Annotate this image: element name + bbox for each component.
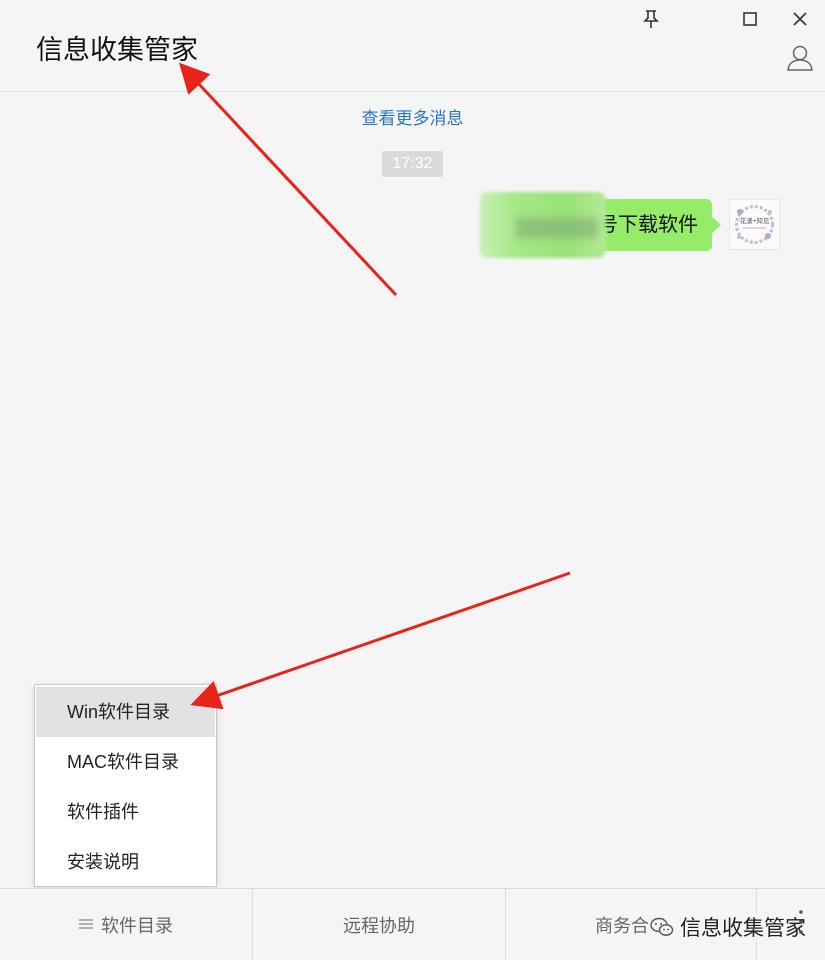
menu-item-install-guide[interactable]: 安装说明 [36,837,215,887]
software-catalog-popup-menu: Win软件目录 MAC软件目录 软件插件 安装说明 [34,684,217,887]
bottom-tab-software-catalog[interactable]: 软件目录 [0,889,252,960]
avatar-illustration: 花漾•知见 [735,205,774,244]
timestamp-row: 17:32 [0,151,825,177]
pin-icon [643,10,659,28]
wechat-icon [650,916,674,938]
maximize-icon [743,12,757,26]
bottom-tab-label: 远程协助 [343,915,415,936]
menu-lines-icon [79,914,93,935]
chat-window: 信息收集管家 查看更多消息 17:32 号下载软件 花漾•知见 Win软件目录 … [0,0,825,960]
load-more-link-row: 查看更多消息 [0,104,825,129]
profile-button[interactable] [784,42,816,74]
menu-item-mac-catalog[interactable]: MAC软件目录 [36,737,215,787]
avatar-text: 花漾•知见 [740,216,770,225]
maximize-button[interactable] [735,6,765,32]
load-more-link[interactable]: 查看更多消息 [362,109,464,128]
close-icon [793,12,807,26]
close-button[interactable] [785,6,815,32]
watermark-text: 信息收集管家 [680,917,806,940]
menu-item-win-catalog[interactable]: Win软件目录 [36,687,215,737]
message-timestamp: 17:32 [382,151,443,177]
arrow-to-win-catalog [190,571,571,710]
message-redaction-shade [516,218,598,238]
chat-header: 信息收集管家 [0,0,825,92]
pin-button[interactable] [636,6,666,32]
arrow-to-title [178,62,398,297]
sent-message-text: 号下载软件 [598,214,698,236]
menu-item-plugins[interactable]: 软件插件 [36,787,215,837]
bottom-tab-label: 商务合 [595,915,649,936]
bottom-tab-remote-assist[interactable]: 远程协助 [253,889,505,960]
more-tab-icon[interactable] [789,908,813,936]
bottom-tab-label: 软件目录 [101,915,173,936]
user-avatar[interactable]: 花漾•知见 [729,199,780,250]
chat-title: 信息收集管家 [36,35,198,65]
watermark: 信息收集管家 [650,912,806,942]
person-icon [787,45,813,71]
